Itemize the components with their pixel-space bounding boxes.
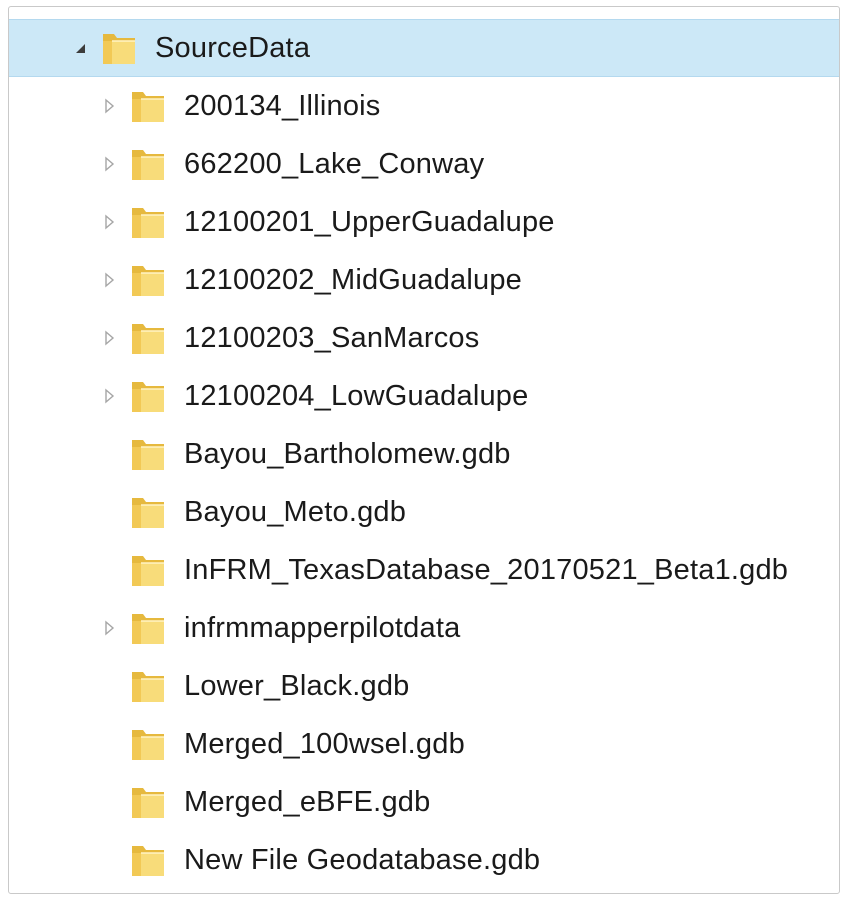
tree-item[interactable]: Lower_Black.gdb [9,657,839,715]
tree-item-label: Merged_eBFE.gdb [184,785,431,818]
folder-icon [129,202,167,242]
tree-item[interactable]: Bayou_Meto.gdb [9,483,839,541]
tree-item-label: 12100204_LowGuadalupe [184,379,529,412]
tree-item[interactable]: New File Geodatabase.gdb [9,831,839,889]
tree-item-label: SourceData [155,31,311,64]
tree-item[interactable]: Merged_100wsel.gdb [9,715,839,773]
tree-item-label: infrmmapperpilotdata [184,611,461,644]
tree-item-label: 200134_Illinois [184,89,381,122]
folder-icon [129,434,167,474]
folder-icon [129,550,167,590]
tree-root-row[interactable]: SourceData [9,19,839,77]
tree-item-label: 662200_Lake_Conway [184,147,485,180]
collapsed-arrow-icon[interactable] [99,154,119,174]
tree-item[interactable]: Bayou_Bartholomew.gdb [9,425,839,483]
tree-item[interactable]: infrmmapperpilotdata [9,599,839,657]
tree-item[interactable]: InFRM_TexasDatabase_20170521_Beta1.gdb [9,541,839,599]
collapsed-arrow-icon[interactable] [99,386,119,406]
collapsed-arrow-icon[interactable] [99,328,119,348]
folder-icon [129,666,167,706]
collapsed-arrow-icon[interactable] [99,96,119,116]
folder-icon [129,86,167,126]
folder-icon [129,144,167,184]
tree-item[interactable]: Merged_eBFE.gdb [9,773,839,831]
folder-icon [129,608,167,648]
folder-icon [129,318,167,358]
collapsed-arrow-icon[interactable] [99,212,119,232]
tree-item-label: 12100203_SanMarcos [184,321,480,354]
folder-tree-panel: SourceData 200134_Illinois 662200_Lake_Con… [8,6,840,894]
folder-icon [129,782,167,822]
tree-item-label: 12100202_MidGuadalupe [184,263,522,296]
folder-icon [129,840,167,880]
tree-item-label: Bayou_Bartholomew.gdb [184,437,511,470]
folder-tree: SourceData 200134_Illinois 662200_Lake_Con… [9,7,839,893]
tree-item[interactable]: 12100202_MidGuadalupe [9,251,839,309]
tree-item[interactable]: 12100203_SanMarcos [9,309,839,367]
tree-item[interactable]: 662200_Lake_Conway [9,135,839,193]
tree-item[interactable]: 200134_Illinois [9,77,839,135]
tree-item-label: 12100201_UpperGuadalupe [184,205,555,238]
folder-icon [129,492,167,532]
tree-item-label: Lower_Black.gdb [184,669,410,702]
folder-icon [129,376,167,416]
tree-item-label: Merged_100wsel.gdb [184,727,465,760]
expanded-arrow-icon[interactable] [71,38,91,58]
tree-item[interactable]: 12100204_LowGuadalupe [9,367,839,425]
tree-item-label: Bayou_Meto.gdb [184,495,407,528]
tree-item-label: InFRM_TexasDatabase_20170521_Beta1.gdb [184,553,789,586]
tree-item-label: New File Geodatabase.gdb [184,843,541,876]
folder-icon [129,724,167,764]
tree-item[interactable]: 12100201_UpperGuadalupe [9,193,839,251]
collapsed-arrow-icon[interactable] [99,270,119,290]
folder-icon [129,260,167,300]
folder-open-icon [100,28,138,68]
collapsed-arrow-icon[interactable] [99,618,119,638]
